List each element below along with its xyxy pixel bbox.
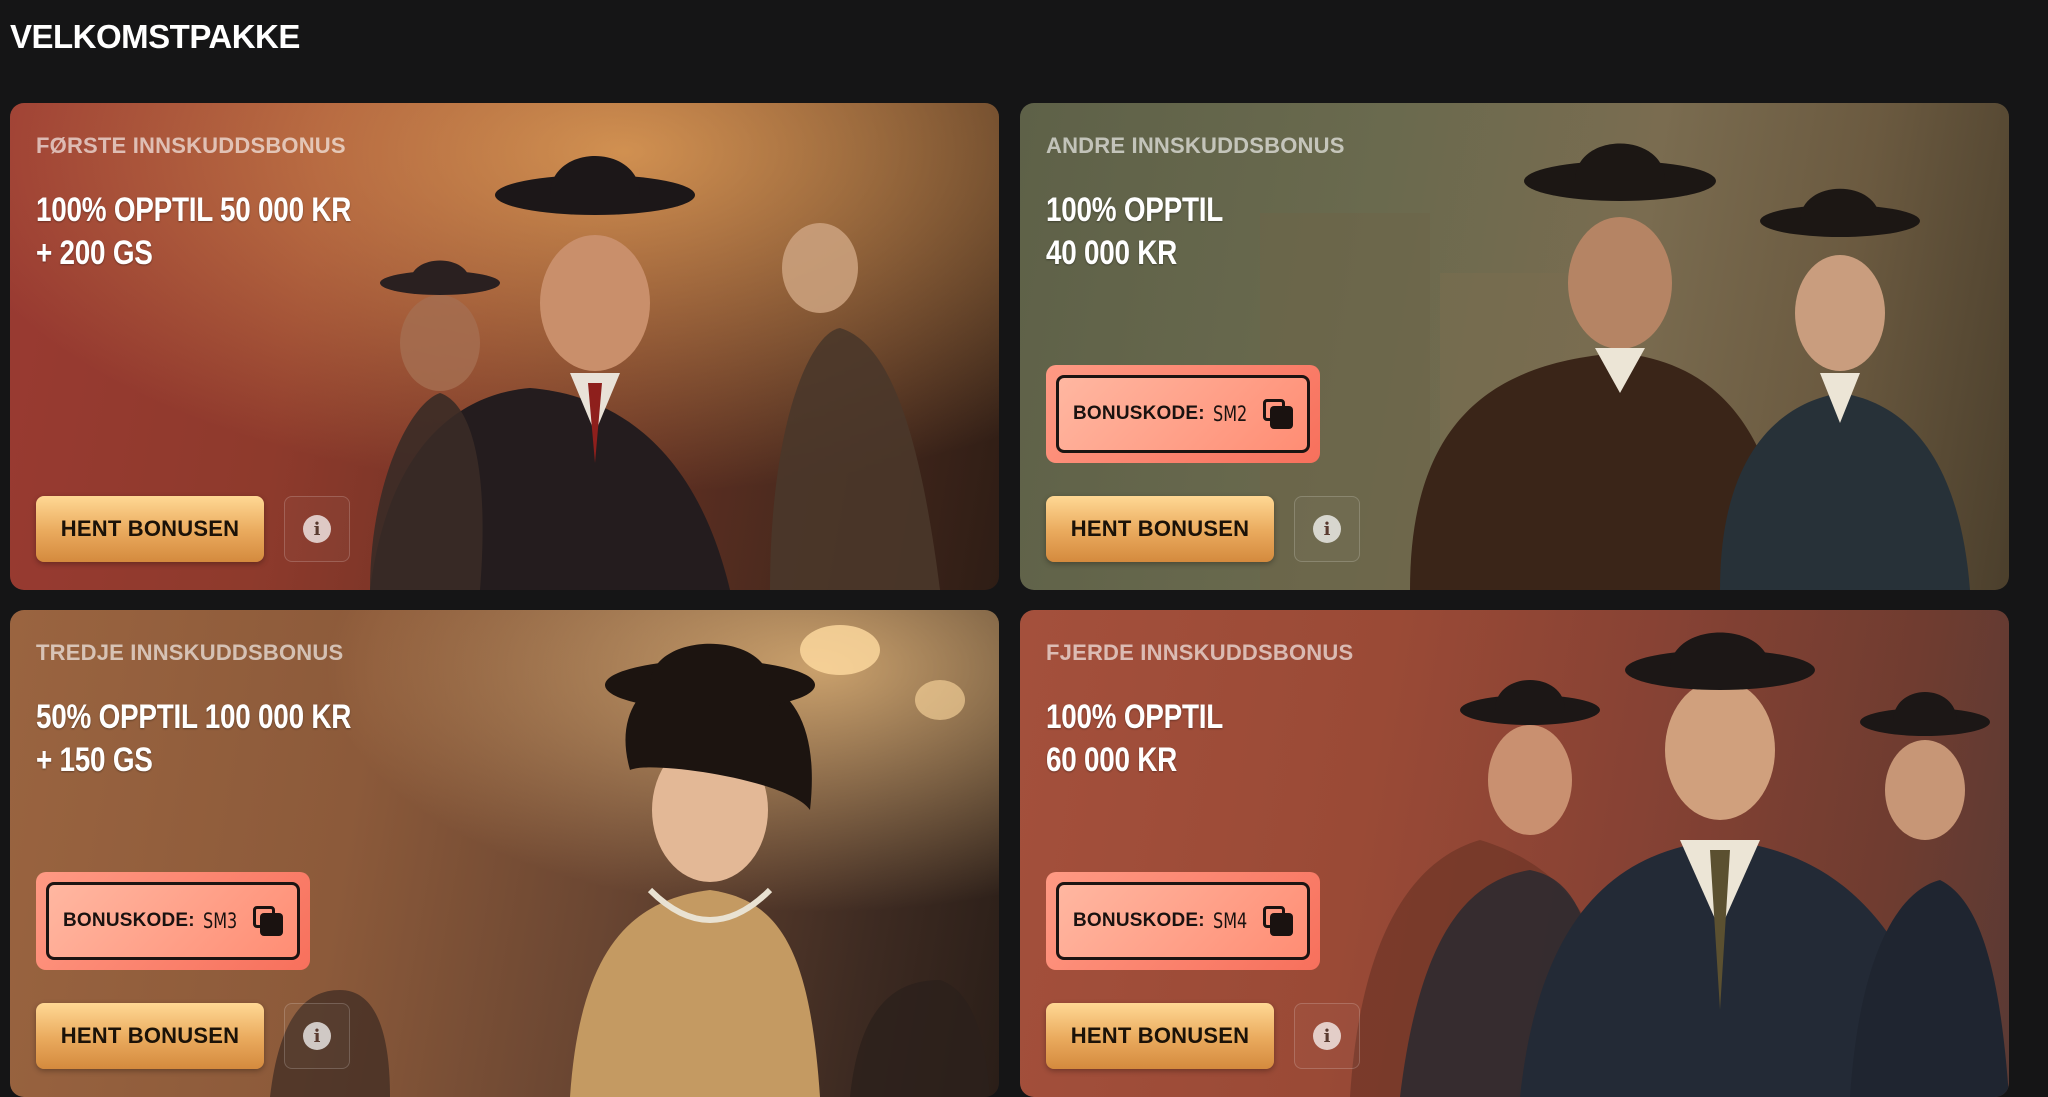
bonus-code-box[interactable]: BONUSKODE: SM4 xyxy=(1046,872,1320,970)
bonus-code-label: BONUSKODE: xyxy=(1073,403,1205,424)
card-label: ANDRE INNSKUDDSBONUS xyxy=(1046,133,1345,158)
copy-icon[interactable] xyxy=(1263,906,1294,936)
info-icon: i xyxy=(1313,1022,1341,1050)
card-label: TREDJE INNSKUDDSBONUS xyxy=(36,640,344,665)
copy-icon[interactable] xyxy=(253,906,284,936)
bonus-card-second: ANDRE INNSKUDDSBONUS 100% OPPTIL 40 000 … xyxy=(1020,103,2009,590)
info-button[interactable]: i xyxy=(1294,496,1360,562)
info-button[interactable]: i xyxy=(284,1003,350,1069)
info-icon: i xyxy=(303,1022,331,1050)
info-button[interactable]: i xyxy=(284,496,350,562)
bonus-card-third: TREDJE INNSKUDDSBONUS 50% OPPTIL 100 000… xyxy=(10,610,999,1097)
bonus-code-box[interactable]: BONUSKODE: SM2 xyxy=(1046,365,1320,463)
bonus-code-box[interactable]: BONUSKODE: SM3 xyxy=(36,872,310,970)
bonus-grid: FØRSTE INNSKUDDSBONUS 100% OPPTIL 50 000… xyxy=(0,0,2048,1097)
bonus-card-fourth: FJERDE INNSKUDDSBONUS 100% OPPTIL 60 000… xyxy=(1020,610,2009,1097)
bonus-code-label: BONUSKODE: xyxy=(1073,910,1205,931)
claim-bonus-button[interactable]: HENT BONUSEN xyxy=(1046,496,1274,562)
card-label: FJERDE INNSKUDDSBONUS xyxy=(1046,640,1354,665)
info-button[interactable]: i xyxy=(1294,1003,1360,1069)
claim-bonus-button[interactable]: HENT BONUSEN xyxy=(36,1003,264,1069)
copy-icon[interactable] xyxy=(1263,399,1294,429)
card-headline: 100% OPPTIL 50 000 KR + 200 GS xyxy=(36,191,352,272)
claim-bonus-button[interactable]: HENT BONUSEN xyxy=(36,496,264,562)
info-icon: i xyxy=(303,515,331,543)
claim-bonus-button[interactable]: HENT BONUSEN xyxy=(1046,1003,1274,1069)
bonus-code-value: SM2 xyxy=(1212,402,1248,426)
card-label: FØRSTE INNSKUDDSBONUS xyxy=(36,133,346,158)
card-headline: 100% OPPTIL 60 000 KR xyxy=(1046,698,1224,779)
card-headline: 50% OPPTIL 100 000 KR + 150 GS xyxy=(36,698,352,779)
bonus-code-label: BONUSKODE: xyxy=(63,910,195,931)
bonus-code-value: SM4 xyxy=(1212,909,1248,933)
card-headline: 100% OPPTIL 40 000 KR xyxy=(1046,191,1224,272)
info-icon: i xyxy=(1313,515,1341,543)
bonus-card-first: FØRSTE INNSKUDDSBONUS 100% OPPTIL 50 000… xyxy=(10,103,999,590)
bonus-code-value: SM3 xyxy=(202,909,238,933)
